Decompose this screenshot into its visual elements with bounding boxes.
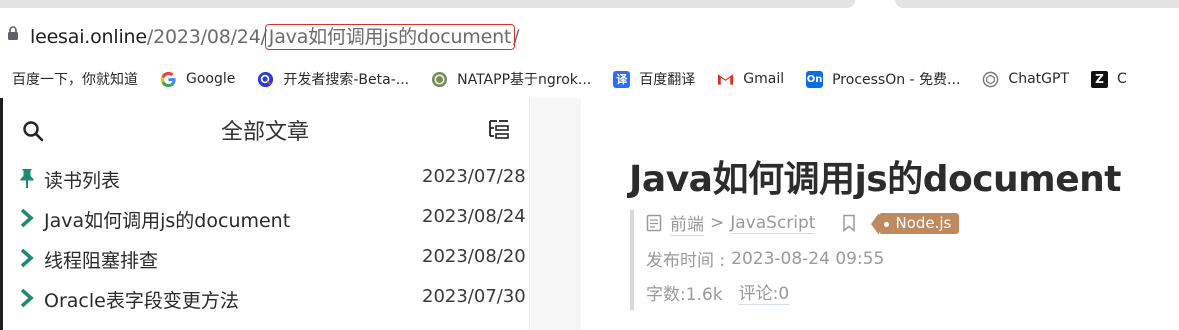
bookmark-dev-search[interactable]: 开发者搜索-Beta-...	[257, 69, 409, 89]
document-icon	[646, 214, 662, 232]
bookmark-processon[interactable]: On ProcessOn - 免费...	[806, 69, 960, 89]
url-highlighted-segment: Java如何调用js的document	[264, 24, 516, 50]
stats-row: 字数:1.6k 评论:0	[646, 279, 790, 305]
bookmark-icon	[843, 214, 856, 232]
main-content: Java如何调用js的document 前端 > JavaScript Node…	[531, 98, 1179, 330]
list-item[interactable]: Oracle表字段变更方法 2023/07/30	[0, 278, 530, 318]
gmail-icon	[718, 74, 734, 85]
tab[interactable]	[895, 0, 1179, 8]
bookmark-natapp[interactable]: NATAPP基于ngrok...	[431, 69, 591, 89]
url-path-suffix: /	[513, 26, 520, 48]
bookmarks-bar: 百度一下，你就知道 Google 开发者搜索-Beta-... NATAPP基于…	[0, 62, 1179, 96]
lock-icon[interactable]	[7, 26, 19, 40]
url-path: /2023/08/24/	[146, 26, 267, 48]
bookmark-chatgpt[interactable]: ChatGPT	[982, 71, 1069, 88]
article-title: 读书列表	[44, 170, 121, 192]
tag-badge[interactable]: Node.js	[871, 212, 960, 235]
url-host: leesai.online	[30, 26, 147, 48]
category-link[interactable]: 前端	[670, 210, 704, 236]
publish-time: 2023-08-24 09:55	[731, 248, 885, 269]
pin-icon	[20, 169, 34, 188]
tree-list-icon[interactable]	[488, 118, 510, 140]
comments-link[interactable]: 评论:0	[738, 279, 790, 305]
category-row: 前端 > JavaScript Node.js	[646, 210, 960, 236]
article-date: 2023/07/28	[422, 166, 526, 187]
google-icon	[160, 71, 176, 87]
list-item[interactable]: Java如何调用js的document 2023/08/24	[0, 198, 530, 238]
bookmark-label: 开发者搜索-Beta-...	[283, 72, 410, 88]
word-count: 字数:1.6k	[646, 284, 723, 305]
article-title: Oracle表字段变更方法	[44, 290, 239, 312]
bookmark-label: ChatGPT	[1008, 71, 1069, 87]
chevron-right-icon	[20, 288, 34, 308]
article-title: 线程阻塞排查	[44, 250, 159, 272]
bookmark-label: C	[1116, 71, 1127, 87]
category-separator: >	[710, 213, 725, 233]
sidebar-title: 全部文章	[220, 120, 309, 145]
bookmark-label: Google	[186, 71, 236, 87]
tab[interactable]	[0, 0, 855, 8]
bookmark-baidu-translate[interactable]: 译 百度翻译	[613, 69, 695, 89]
tab-strip	[0, 0, 1179, 10]
category-link[interactable]: JavaScript	[730, 213, 816, 234]
article-title: Java如何调用js的document	[44, 210, 291, 232]
bookmark-label: ProcessOn - 免费...	[832, 72, 961, 88]
chevron-right-icon	[20, 248, 34, 268]
natapp-icon	[432, 71, 448, 87]
post-meta: 前端 > JavaScript Node.js 发布时间 : 2023-08-2…	[630, 210, 1130, 310]
article-date: 2023/08/24	[422, 206, 526, 227]
article-date: 2023/08/20	[422, 246, 526, 267]
article-date: 2023/07/30	[422, 286, 526, 307]
bookmark-label: 百度一下，你就知道	[12, 72, 138, 88]
publish-row: 发布时间 : 2023-08-24 09:55	[646, 246, 885, 272]
bookmark-label: 百度翻译	[639, 72, 696, 88]
bookmark-z[interactable]: Z C	[1090, 70, 1127, 88]
bookmark-baidu[interactable]: 百度一下，你就知道	[12, 69, 138, 89]
bookmark-gmail[interactable]: Gmail	[717, 71, 784, 87]
url-text[interactable]: leesai.online/2023/08/24/Java如何调用js的docu…	[30, 22, 520, 50]
publish-label: 发布时间 :	[646, 251, 726, 271]
list-item[interactable]: 读书列表 2023/07/28	[0, 158, 530, 198]
z-icon: Z	[1090, 70, 1108, 88]
chevron-right-icon	[20, 208, 34, 228]
bookmark-google[interactable]: Google	[160, 71, 235, 88]
processon-icon: On	[806, 70, 824, 88]
baidu-translate-icon: 译	[613, 70, 631, 88]
address-bar[interactable]: leesai.online/2023/08/24/Java如何调用js的docu…	[0, 10, 1179, 60]
chatgpt-icon	[983, 71, 999, 87]
post-title: Java如何调用js的document	[629, 159, 1121, 200]
bookmark-label: Gmail	[743, 71, 785, 87]
article-sidebar: 全部文章 读书列表 2023/07/28 Java如何调用js的document…	[0, 98, 530, 330]
dev-search-icon	[258, 71, 274, 87]
bookmark-label: NATAPP基于ngrok...	[457, 72, 592, 88]
sidebar-header: 全部文章	[0, 98, 530, 158]
list-item[interactable]: 线程阻塞排查 2023/08/20	[0, 238, 530, 278]
